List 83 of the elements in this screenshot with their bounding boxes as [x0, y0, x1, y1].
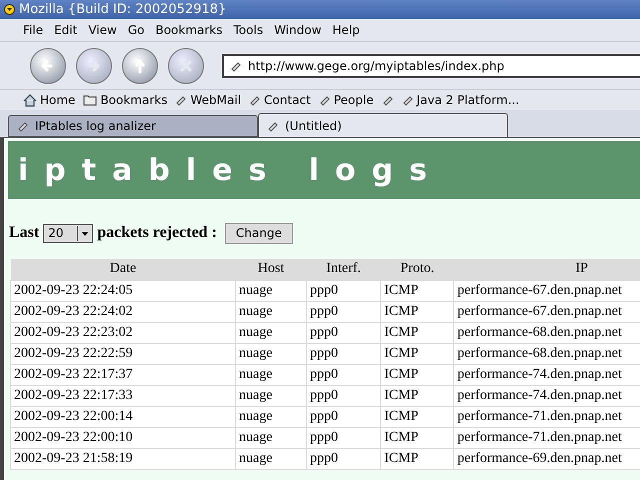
- home-icon: [23, 94, 37, 106]
- table-cell: ICMP: [380, 385, 454, 406]
- menu-item[interactable]: File: [23, 21, 44, 39]
- table-cell: ppp0: [306, 427, 381, 448]
- bookmark-icon: [318, 94, 331, 106]
- tab-label: IPtables log analizer: [35, 118, 156, 135]
- table-cell: nuage: [235, 385, 306, 406]
- count-select[interactable]: 20: [43, 224, 94, 242]
- bookmark-link[interactable]: Home: [40, 91, 76, 109]
- table-cell: nuage: [235, 448, 306, 469]
- page-icon: [17, 120, 29, 132]
- table-cell: nuage: [235, 301, 306, 322]
- window-menu-icon[interactable]: [4, 4, 15, 15]
- back-button[interactable]: [30, 48, 66, 84]
- column-header: Host: [235, 259, 306, 280]
- column-header: Proto.: [380, 259, 454, 280]
- reload-button[interactable]: [122, 48, 158, 84]
- table-cell: ppp0: [306, 385, 381, 406]
- menu-item[interactable]: View: [88, 21, 117, 39]
- bookmark-icon: [249, 94, 262, 106]
- column-header: Interf.: [306, 259, 381, 280]
- table-cell: 2002-09-23 22:24:05: [10, 280, 236, 301]
- table-cell: 2002-09-23 22:00:14: [10, 406, 236, 427]
- table-cell: nuage: [235, 364, 306, 385]
- bookmark-link[interactable]: People: [334, 91, 374, 109]
- table-cell: nuage: [235, 280, 306, 301]
- table-cell: nuage: [235, 406, 306, 427]
- table-cell: ppp0: [306, 322, 381, 343]
- table-cell: ppp0: [306, 343, 381, 364]
- table-cell: 2002-09-23 22:00:10: [10, 427, 236, 448]
- table-cell: ICMP: [380, 448, 454, 469]
- page-icon: [267, 120, 279, 132]
- table-cell: nuage: [235, 343, 306, 364]
- column-header: Date: [10, 259, 236, 280]
- table-cell: ICMP: [380, 280, 454, 301]
- last-label: Last: [9, 223, 40, 243]
- bookmark-link[interactable]: Bookmarks: [100, 91, 168, 109]
- address-field[interactable]: http://www.gege.org/myiptables/index.php: [222, 54, 640, 78]
- menu-item[interactable]: Window: [274, 21, 322, 39]
- table-cell: ppp0: [306, 406, 381, 427]
- table-cell: performance-67.den.pnap.net: [454, 280, 640, 301]
- table-cell: 2002-09-23 22:23:02: [10, 322, 236, 343]
- window-title: Mozilla {Build ID: 2002052918}: [19, 0, 226, 19]
- address-text: http://www.gege.org/myiptables/index.php: [248, 58, 504, 74]
- bookmark-icon: [402, 94, 414, 106]
- bookmark-icon: [175, 94, 188, 106]
- bookmark-link[interactable]: Java 2 Platform...: [416, 91, 520, 109]
- forward-button[interactable]: [76, 48, 112, 84]
- stop-button[interactable]: [168, 48, 204, 84]
- bookmark-icon: [382, 94, 394, 106]
- table-cell: nuage: [235, 427, 306, 448]
- table-cell: ICMP: [380, 301, 454, 322]
- folder-icon: [83, 94, 98, 106]
- table-cell: 2002-09-23 22:22:59: [10, 343, 236, 364]
- menu-item[interactable]: Tools: [234, 21, 264, 39]
- tab-label: (Untitled): [285, 118, 342, 134]
- table-cell: 2002-09-23 21:58:19: [10, 448, 236, 469]
- table-cell: nuage: [235, 322, 306, 343]
- table-cell: ICMP: [380, 364, 454, 385]
- tab[interactable]: IPtables log analizer: [8, 115, 258, 137]
- table-cell: 2002-09-23 22:17:37: [10, 364, 236, 385]
- bookmark-link[interactable]: Contact: [264, 91, 311, 109]
- table-cell: ICMP: [380, 427, 454, 448]
- table-cell: ppp0: [306, 280, 381, 301]
- menu-item[interactable]: Bookmarks: [155, 21, 223, 39]
- page-heading: iptables logs: [18, 152, 443, 190]
- table-cell: ppp0: [306, 364, 381, 385]
- tab[interactable]: (Untitled): [258, 113, 508, 137]
- rejected-label: packets rejected :: [97, 223, 217, 243]
- menu-item[interactable]: Go: [128, 21, 144, 39]
- table-cell: ppp0: [306, 448, 381, 469]
- table-cell: 2002-09-23 22:17:33: [10, 385, 236, 406]
- menu-item[interactable]: Edit: [54, 21, 78, 39]
- menu-item[interactable]: Help: [332, 21, 360, 39]
- column-header: IP: [454, 259, 640, 280]
- page-icon: [230, 60, 242, 72]
- table-cell: ppp0: [306, 301, 381, 322]
- table-cell: ICMP: [380, 322, 454, 343]
- table-cell: ICMP: [380, 343, 454, 364]
- change-button[interactable]: Change: [224, 222, 293, 244]
- table-cell: ICMP: [380, 406, 454, 427]
- table-cell: 2002-09-23 22:24:02: [10, 301, 236, 322]
- bookmark-link[interactable]: WebMail: [190, 91, 242, 109]
